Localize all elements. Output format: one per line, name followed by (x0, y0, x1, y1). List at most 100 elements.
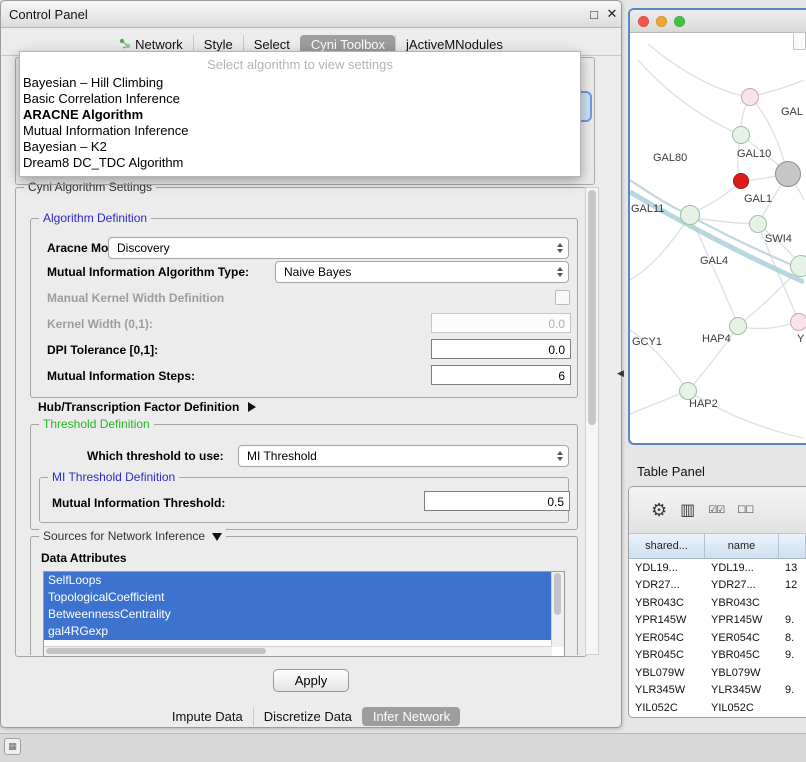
table-row[interactable]: YDR27...YDR27...12 (629, 577, 806, 595)
settings-scrollbar[interactable] (585, 187, 599, 655)
column-header-shared-[interactable]: shared... (629, 534, 705, 558)
table-row[interactable]: YDL19...YDL19...13 (629, 559, 806, 577)
bottom-tab-bar: Impute DataDiscretize DataInfer Network (1, 705, 621, 727)
table-cell[interactable]: YBL079W (629, 667, 705, 679)
scrollbar-thumb[interactable] (554, 573, 561, 615)
table-cell[interactable]: YDR27... (705, 579, 779, 591)
table-cell[interactable]: YDL19... (705, 562, 779, 574)
table-row[interactable]: YLR345WYLR345W9. (629, 682, 806, 700)
table-cell[interactable]: YBR045C (705, 649, 779, 661)
table-cell[interactable]: YPR145W (629, 614, 705, 626)
mi-threshold-field[interactable]: 0.5 (424, 491, 570, 511)
which-threshold-label: Which threshold to use: (87, 449, 224, 463)
scrollbar-thumb[interactable] (46, 648, 266, 654)
table-row[interactable]: YBL079WYBL079W (629, 664, 806, 682)
table-row[interactable]: YER054CYER054C8. (629, 629, 806, 647)
network-node[interactable] (749, 215, 767, 233)
table-cell[interactable]: YBR043C (705, 597, 779, 609)
attribute-item-gal4rgexp[interactable]: gal4RGexp (44, 623, 552, 640)
table-cell[interactable]: YBR043C (629, 597, 705, 609)
table-cell[interactable]: YDR27... (629, 579, 705, 591)
network-node[interactable] (790, 255, 806, 277)
float-window-icon[interactable]: □ (585, 7, 603, 22)
table-cell[interactable]: YPR145W (705, 614, 779, 626)
network-node-label: Y (797, 333, 804, 345)
table-cell[interactable]: YER054C (705, 632, 779, 644)
mi-algorithm-type-select[interactable]: Naive Bayes (275, 261, 569, 283)
network-canvas[interactable]: GALGAL80GAL10GAL11GAL1SWI4GAL4GCY1HAP4YH… (630, 32, 806, 443)
threshold-select[interactable]: MI Threshold (238, 445, 569, 467)
network-window-titlebar[interactable] (630, 10, 806, 33)
threshold-value: MI Threshold (247, 449, 317, 463)
algorithm-option-aracne-algorithm[interactable]: ARACNE Algorithm (20, 107, 580, 123)
control-panel-titlebar[interactable]: Control Panel □ ✕ (1, 1, 621, 28)
table-cell[interactable]: YER054C (629, 632, 705, 644)
combo-arrows-icon (557, 451, 563, 461)
table-cell[interactable]: YLR345W (705, 684, 779, 696)
table-cell[interactable]: 9. (779, 614, 806, 626)
network-node[interactable] (729, 317, 747, 335)
close-window-icon[interactable]: ✕ (603, 6, 621, 22)
table-cell[interactable]: YLR345W (629, 684, 705, 696)
network-node[interactable] (733, 173, 749, 189)
algorithm-option-bayesian-hill-climbing[interactable]: Bayesian – Hill Climbing (20, 75, 580, 91)
table-cell[interactable]: 13 (779, 562, 806, 574)
tab-infer-network[interactable]: Infer Network (362, 707, 460, 726)
tab-impute-data[interactable]: Impute Data (162, 707, 253, 726)
table-row[interactable]: YPR145WYPR145W9. (629, 612, 806, 630)
network-node[interactable] (732, 126, 750, 144)
table-cell[interactable]: 12 (779, 579, 806, 591)
kernel-width-field[interactable]: 0.0 (431, 313, 571, 333)
network-scrollbar-stub[interactable] (793, 32, 806, 50)
network-node[interactable] (790, 313, 806, 331)
algorithm-option-mutual-information-inference[interactable]: Mutual Information Inference (20, 123, 580, 139)
table-cell[interactable]: YIL052C (629, 702, 705, 714)
table-cell[interactable]: 8. (779, 632, 806, 644)
list-horizontal-scrollbar[interactable] (44, 646, 552, 656)
dpi-tolerance-field[interactable]: 0.0 (431, 339, 571, 359)
attribute-item-selfloops[interactable]: SelfLoops (44, 572, 552, 589)
collapse-arrow-icon[interactable] (212, 533, 222, 541)
aracne-mode-select[interactable]: Discovery (108, 237, 569, 259)
table-cell[interactable]: 9. (779, 684, 806, 696)
table-cell[interactable]: YIL052C (705, 702, 779, 714)
network-node[interactable] (775, 161, 801, 187)
hub-definition-label[interactable]: Hub/Transcription Factor Definition (38, 400, 256, 414)
network-node[interactable] (680, 205, 700, 225)
scrollbar-thumb[interactable] (588, 190, 596, 425)
panel-splitter-handle[interactable] (617, 368, 624, 379)
table-cell[interactable]: 9. (779, 649, 806, 661)
column-view-icon[interactable]: ▥ (680, 500, 695, 520)
tab-discretize-data[interactable]: Discretize Data (253, 707, 362, 726)
threshold-definition-group: Threshold Definition Which threshold to … (30, 424, 578, 530)
dropdown-prompt: Select algorithm to view settings (20, 52, 580, 75)
mi-steps-field[interactable]: 6 (431, 365, 571, 385)
table-cell[interactable]: YBR045C (629, 649, 705, 661)
column-header-name[interactable]: name (705, 534, 779, 558)
algorithm-option-bayesian-k2[interactable]: Bayesian – K2 (20, 139, 580, 155)
table-cell[interactable]: YDL19... (629, 562, 705, 574)
manual-kernel-checkbox[interactable] (555, 290, 570, 305)
attribute-item-topologicalcoefficient[interactable]: TopologicalCoefficient (44, 589, 552, 606)
mac-zoom-button[interactable] (674, 16, 685, 27)
mac-minimize-button[interactable] (656, 16, 667, 27)
algorithm-option-basic-correlation-inference[interactable]: Basic Correlation Inference (20, 91, 580, 107)
list-vertical-scrollbar[interactable] (551, 572, 564, 647)
network-node[interactable] (741, 88, 759, 106)
table-row[interactable]: YBR045CYBR045C9. (629, 647, 806, 665)
apply-button[interactable]: Apply (273, 669, 349, 692)
panel-dock-icon[interactable] (4, 738, 21, 755)
expand-arrow-icon[interactable] (248, 402, 256, 412)
algorithm-option-dream8-dc-tdc-algorithm[interactable]: Dream8 DC_TDC Algorithm (20, 155, 580, 171)
network-tab-icon (119, 38, 131, 50)
mac-close-button[interactable] (638, 16, 649, 27)
select-all-icon[interactable]: ☑☑ (708, 505, 724, 516)
table-row[interactable]: YIL052CYIL052C (629, 699, 806, 717)
deselect-all-icon[interactable]: ☐☐ (737, 505, 753, 516)
attribute-item-betweennesscentrality[interactable]: BetweennessCentrality (44, 606, 552, 623)
settings-gear-icon[interactable]: ⚙ (651, 500, 667, 521)
table-cell[interactable]: YBL079W (705, 667, 779, 679)
table-row[interactable]: YBR043CYBR043C (629, 594, 806, 612)
sources-title[interactable]: Sources for Network Inference (39, 529, 226, 543)
column-header-extra[interactable] (779, 534, 806, 558)
